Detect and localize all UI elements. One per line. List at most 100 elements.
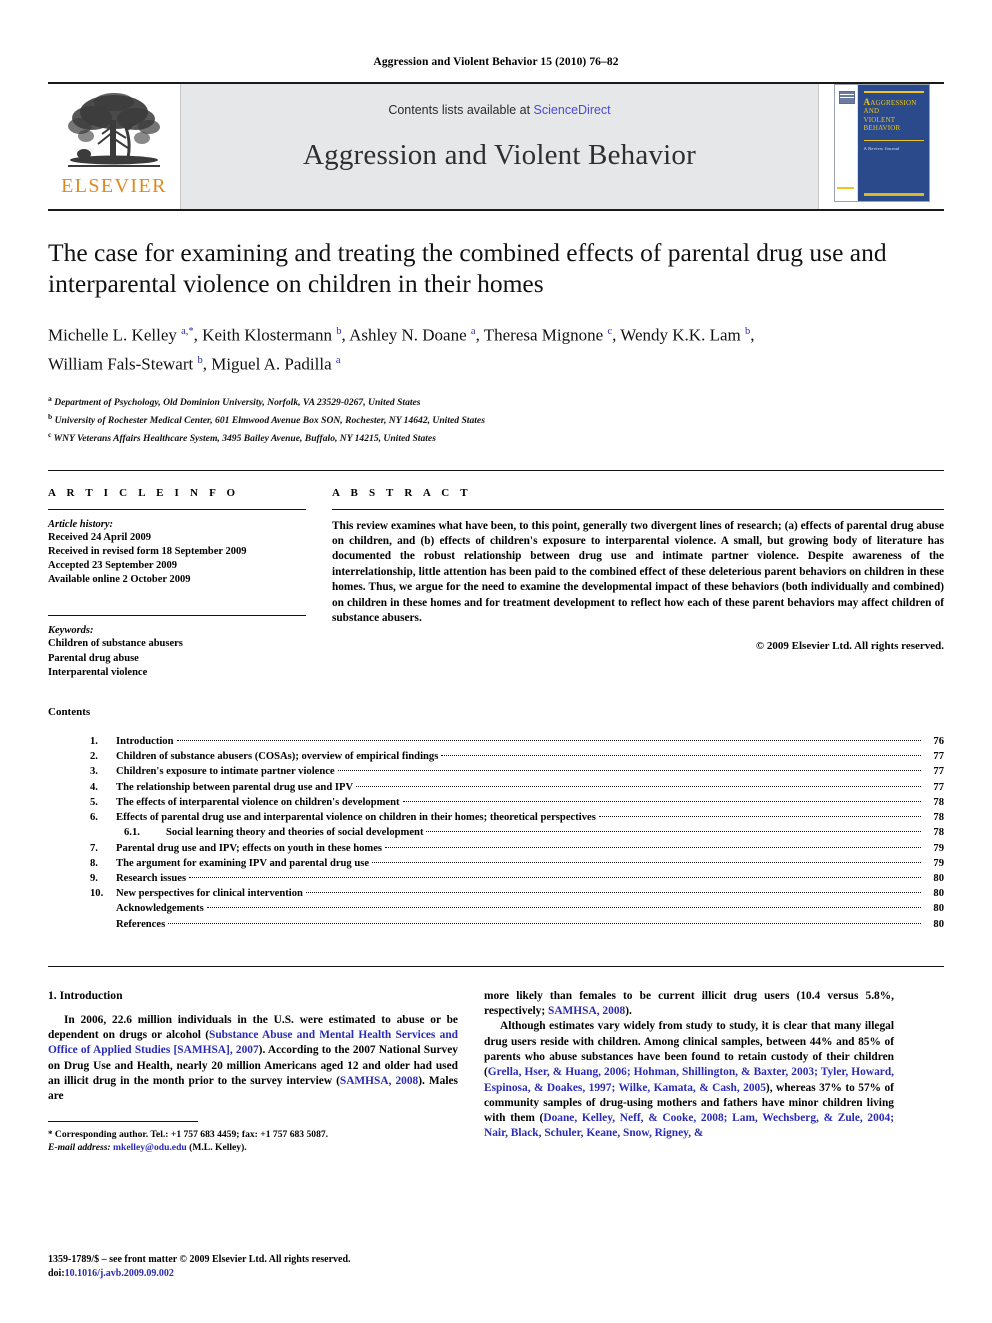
contents-available-line: Contents lists available at ScienceDirec… — [388, 103, 610, 117]
article-history-item-0: Received 24 April 2009 — [48, 531, 151, 543]
cover-title-line-4: BEHAVIOR — [863, 124, 901, 133]
toc-page: 80 — [933, 903, 944, 915]
keyword-item-1: Parental drug abuse — [48, 652, 139, 664]
affiliation-2: c WNY Veterans Affairs Healthcare System… — [48, 429, 436, 445]
toc-entry-4[interactable]: 5. The effects of interparental violence … — [48, 795, 944, 810]
toc-entry-0[interactable]: 1. Introduction 76 — [48, 734, 944, 749]
toc-entry-3[interactable]: 4. The relationship between parental drug… — [48, 780, 944, 795]
running-head: Aggression and Violent Behavior 15 (2010… — [373, 56, 619, 68]
toc-entry-8[interactable]: 8. The argument for examining IPV and par… — [48, 856, 944, 871]
toc-entry-11[interactable]: Acknowledgements 80 — [48, 901, 944, 916]
toc-leader — [168, 922, 921, 924]
doi-line: doi:10.1016/j.avb.2009.09.002 — [48, 1267, 478, 1281]
section-heading-introduction: 1. Introduction — [48, 988, 123, 1002]
affiliation-0: a Department of Psychology, Old Dominion… — [48, 394, 421, 409]
toc-label: The argument for examining IPV and paren… — [116, 857, 370, 869]
toc-label: Children's exposure to intimate partner … — [116, 766, 335, 778]
keywords-list: Children of substance abusers Parental dr… — [48, 637, 306, 680]
corresponding-author-note: * Corresponding author. Tel.: +1 757 683… — [48, 1128, 458, 1155]
toc-number: 6. — [90, 812, 98, 824]
affiliation-marker: a — [48, 394, 52, 404]
toc-leader — [441, 755, 921, 757]
cover-top-rule — [863, 91, 924, 93]
toc-leader — [356, 785, 921, 787]
toc-entry-1[interactable]: 2. Children of substance abusers (COSAs);… — [48, 749, 944, 764]
contents-heading: Contents — [48, 706, 91, 719]
toc-page: 80 — [933, 918, 944, 930]
author-list: Michelle L. Kelley a,*, Keith Klosterman… — [48, 319, 944, 376]
journal-title: Aggression and Violent Behavior — [303, 139, 696, 171]
toc-page: 78 — [933, 796, 944, 808]
toc-page: 77 — [933, 781, 944, 793]
article-page: Aggression and Violent Behavior 15 (2010… — [0, 0, 992, 1323]
toc-entry-7[interactable]: 7. Parental drug use and IPV; effects on … — [48, 841, 944, 856]
doi-link[interactable]: 10.1016/j.avb.2009.09.002 — [65, 1268, 174, 1279]
article-history-label: Article history: — [48, 518, 114, 530]
affiliation-1: b University of Rochester Medical Center… — [48, 412, 485, 427]
cover-emblem-icon — [838, 91, 855, 104]
article-history-list: Received 24 April 2009 Received in revise… — [48, 531, 306, 588]
toc-number: 9. — [90, 872, 98, 884]
toc-page: 76 — [933, 736, 944, 748]
toc-label: Children of substance abusers (COSAs); o… — [116, 751, 439, 763]
toc-number: 8. — [90, 857, 98, 869]
sciencedirect-link[interactable]: ScienceDirect — [534, 103, 611, 117]
toc-number: 5. — [90, 796, 98, 808]
toc-entry-6[interactable]: 6.1. Social learning theory and theories … — [48, 825, 944, 840]
title-block: The case for examining and treating the … — [48, 209, 944, 446]
cover-left-rule — [836, 187, 854, 189]
toc-entry-9[interactable]: 9. Research issues 80 — [48, 871, 944, 886]
toc-label: Social learning theory and theories of s… — [166, 827, 424, 839]
toc-page: 78 — [933, 812, 944, 824]
toc-page: 80 — [933, 872, 944, 884]
contents-section: Contents 1. Introduction 76 2. Children of s… — [48, 706, 944, 932]
toc-leader — [305, 892, 921, 894]
cover-title-line-3: VIOLENT — [863, 115, 896, 124]
toc-number: 7. — [90, 842, 98, 854]
toc-label: Introduction — [116, 736, 174, 748]
journal-masthead: ELSEVIER Contents lists available at Sci… — [48, 82, 944, 209]
email-link[interactable]: mkelley@odu.edu — [113, 1142, 187, 1153]
toc-number: 10. — [90, 888, 104, 900]
toc-page: 77 — [933, 751, 944, 763]
abstract-column: A B S T R A C T This review examines wha… — [332, 487, 944, 680]
cover-title-line-1: AAGGRESSION — [863, 97, 917, 108]
cover-title-line-2: AND — [863, 107, 880, 116]
corresponding-author-line: * Corresponding author. Tel.: +1 757 683… — [48, 1128, 329, 1140]
article-info-column: A R T I C L E I N F O Article history: R… — [48, 487, 306, 680]
toc-label: Effects of parental drug use and interpa… — [116, 812, 596, 824]
toc-label: Research issues — [116, 872, 187, 884]
elsevier-logo: ELSEVIER — [48, 84, 181, 209]
elsevier-tree-icon — [68, 93, 160, 167]
article-history-item-1: Received in revised form 18 September 20… — [48, 545, 247, 557]
article-history-item-3: Available online 2 October 2009 — [48, 574, 191, 586]
cover-line1: AGGRESSION — [870, 99, 917, 107]
toc-number: 1. — [90, 736, 98, 748]
affiliation-list: a Department of Psychology, Old Dominion… — [48, 392, 944, 445]
author-line-2: William Fals-Stewart b, Miguel A. Padill… — [48, 354, 341, 374]
toc-entry-12[interactable]: References 80 — [48, 917, 944, 932]
footnote-divider — [48, 1120, 198, 1122]
abstract-heading: A B S T R A C T — [332, 486, 472, 499]
toc-label: Acknowledgements — [116, 903, 204, 915]
toc-entry-5[interactable]: 6. Effects of parental drug use and inter… — [48, 810, 944, 825]
issn-line: 1359-1789/$ – see front matter © 2009 El… — [48, 1254, 351, 1265]
toc-entry-10[interactable]: 10. New perspectives for clinical interve… — [48, 886, 944, 901]
toc-leader — [426, 831, 921, 833]
author-line-1: Michelle L. Kelley a,*, Keith Klosterman… — [48, 325, 755, 345]
email-label: E-mail address: — [48, 1141, 111, 1153]
toc-leader — [372, 861, 921, 863]
abstract-text: This review examines what have been, to … — [332, 519, 944, 625]
toc-label: Parental drug use and IPV; effects on yo… — [116, 842, 383, 854]
toc-label: References — [116, 918, 166, 930]
toc-leader — [337, 770, 921, 772]
journal-cover-thumbnail[interactable]: AAGGRESSION AND VIOLENT BEHAVIOR A Revie… — [818, 84, 944, 209]
toc-label: New perspectives for clinical interventi… — [116, 888, 303, 900]
cover-mid-rule — [863, 139, 924, 142]
keyword-item-2: Interparental violence — [48, 666, 148, 678]
toc-number: 2. — [90, 751, 98, 763]
toc-page: 79 — [933, 857, 944, 869]
toc-leader — [598, 816, 921, 818]
toc-entry-2[interactable]: 3. Children's exposure to intimate partne… — [48, 764, 944, 779]
issn-doi-footer: 1359-1789/$ – see front matter © 2009 El… — [48, 1253, 478, 1281]
